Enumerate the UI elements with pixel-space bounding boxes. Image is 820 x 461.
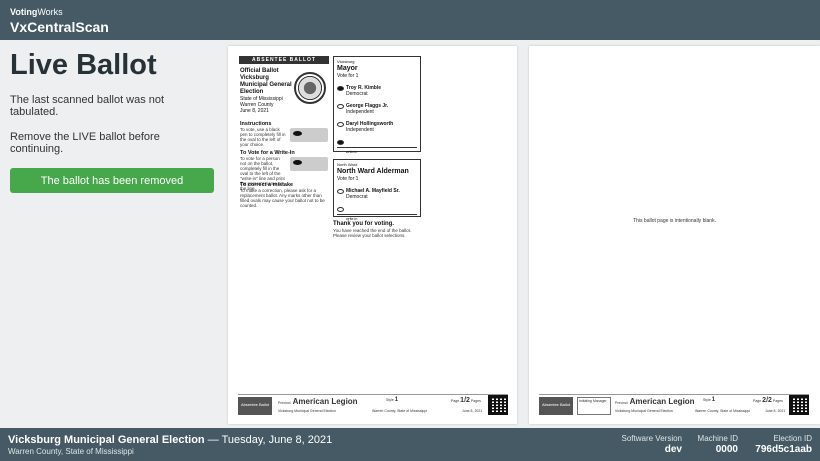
thank-you-block: Thank you for voting. You have reached t… — [333, 221, 421, 238]
footer-precinct: Precinct American Legion — [278, 397, 358, 406]
candidate-option: Michael A. Mayfield Sr. Democrat — [337, 188, 417, 200]
correction-text: To make a correction, please ask for a r… — [240, 188, 325, 208]
empty-oval-icon — [337, 122, 344, 127]
contest-north-ward-alderman: North Ward North Ward Alderman Vote for … — [333, 159, 421, 221]
ballot-image-front: ABSENTEE BALLOT Official Ballot Vicksbur… — [228, 46, 517, 424]
ballot-header-election: Municipal General Election — [240, 82, 292, 95]
machine-id-label: Machine ID — [697, 434, 738, 443]
candidate-party: Democrat — [346, 91, 368, 97]
absentee-badge: Absentee Ballot — [539, 397, 573, 415]
page-title: Live Ballot — [10, 49, 157, 81]
page-label: Page — [753, 399, 762, 403]
contest-vote-for: Vote for 1 — [337, 176, 359, 182]
blank-page-message: This ballot page is intentionally blank. — [633, 218, 716, 224]
election-name: Vicksburg Municipal General Election — [8, 434, 205, 446]
top-bar: VotingWorks VxCentralScan — [0, 0, 820, 40]
election-id-value: 796d5c1aab — [755, 444, 812, 455]
style-label: Style — [703, 398, 711, 402]
qr-code-icon — [488, 395, 508, 415]
initials-label: Initialing Manager — [579, 399, 607, 403]
ballot-image-back: This ballot page is intentionally blank.… — [529, 46, 820, 424]
candidate-party: Independent — [346, 109, 374, 115]
instructions-text: To vote, use a black pen to completely f… — [240, 127, 286, 147]
footer-date: June 8, 2021 — [765, 409, 786, 413]
candidate-option: Troy R. Kimble Democrat — [337, 85, 417, 97]
contest-vote-for: Vote for 1 — [337, 73, 359, 79]
candidate-party: Democrat — [346, 194, 368, 200]
ballot-footer: Absentee Ballot Initialing Manager Preci… — [539, 394, 809, 416]
style-value: 1 — [394, 397, 399, 403]
election-id: Election ID 796d5c1aab — [755, 434, 812, 456]
footer-county-state: Warren County, State of Mississippi — [695, 409, 751, 413]
footer-style: Style 1 — [703, 397, 715, 403]
qr-code-icon — [789, 395, 809, 415]
absentee-badge: Absentee Ballot — [238, 397, 272, 415]
status-panel: Live Ballot The last scanned ballot was … — [0, 40, 225, 428]
footer-county-state: Warren County, State of Mississippi — [372, 409, 428, 413]
contest-title: Mayor — [337, 65, 358, 72]
write-in-line: write-in — [337, 139, 417, 154]
filled-oval-icon — [337, 86, 344, 91]
instruction-message: Remove the LIVE ballot before continuing… — [10, 131, 160, 155]
candidate-party: Independent — [346, 127, 374, 133]
software-version: Software Version dev — [622, 434, 682, 456]
contest-title: North Ward Alderman — [337, 168, 409, 175]
thank-you-text: You have reached the end of the ballot. … — [333, 228, 412, 238]
footer-page: Page 2/2 Pages — [753, 397, 783, 404]
page-value: 1/2 — [460, 397, 470, 404]
write-in-label: write-in — [346, 150, 358, 154]
software-version-label: Software Version — [621, 434, 682, 443]
empty-oval-icon — [337, 207, 344, 212]
ballot-images: ABSENTEE BALLOT Official Ballot Vicksbur… — [225, 40, 820, 428]
brand-light: Works — [37, 7, 63, 17]
page-value: 2/2 — [762, 397, 772, 404]
footer-election: Vicksburg Municipal General Election — [615, 409, 673, 413]
pages-label: Pages — [772, 399, 783, 403]
footer-style: Style 1 — [386, 397, 398, 403]
machine-id: Machine ID 0000 — [698, 434, 738, 456]
precinct-label: Precinct — [615, 401, 628, 405]
precinct-name: American Legion — [629, 397, 695, 406]
thank-you-title: Thank you for voting. — [333, 221, 394, 227]
election-location: Warren County, State of Mississippi — [8, 447, 134, 456]
ballot-removed-button[interactable]: The ballot has been removed — [10, 168, 214, 193]
election-title: Vicksburg Municipal General Election — T… — [8, 434, 333, 446]
style-value: 1 — [711, 397, 716, 403]
machine-id-value: 0000 — [715, 444, 738, 455]
write-in-line: write-in — [337, 206, 417, 221]
style-label: Style — [386, 398, 394, 402]
footer-date: June 8, 2021 — [462, 409, 483, 413]
bottom-bar: Vicksburg Municipal General Election — T… — [0, 428, 820, 461]
ballot-footer: Absentee Ballot Precinct American Legion … — [238, 394, 508, 416]
filled-oval-icon — [337, 140, 344, 145]
initials-box: Initialing Manager — [577, 397, 611, 415]
candidate-option: George Flaggs Jr. Independent — [337, 103, 417, 115]
contest-mayor: Vicksburg Mayor Vote for 1 Troy R. Kimbl… — [333, 56, 421, 154]
software-version-value: dev — [664, 444, 682, 455]
fill-example-icon — [290, 128, 328, 142]
election-date: Tuesday, June 8, 2021 — [221, 434, 333, 446]
status-message: The last scanned ballot was not tabulate… — [10, 94, 165, 118]
correction-instructions-block: To correct a mistake To make a correctio… — [240, 182, 328, 208]
app-title: VxCentralScan — [10, 19, 109, 35]
state-seal-icon — [294, 72, 326, 104]
absentee-banner: ABSENTEE BALLOT — [239, 56, 329, 64]
page-label: Page — [451, 399, 460, 403]
pages-label: Pages — [470, 399, 481, 403]
footer-page: Page 1/2 Pages — [451, 397, 481, 404]
footer-precinct: Precinct American Legion — [615, 397, 695, 406]
empty-oval-icon — [337, 189, 344, 194]
footer-election: Vicksburg Municipal General Election — [278, 409, 336, 413]
empty-oval-icon — [337, 104, 344, 109]
writein-example-icon — [290, 157, 328, 171]
election-id-label: Election ID — [773, 434, 812, 443]
ballot-header-date: June 8, 2021 — [240, 108, 269, 114]
brand-logo: VotingWorks — [10, 7, 810, 18]
precinct-name: American Legion — [292, 397, 358, 406]
precinct-label: Precinct — [278, 401, 291, 405]
candidate-option: Daryl Hollingsworth Independent — [337, 121, 417, 133]
instructions-block: Instructions To vote, use a black pen to… — [240, 121, 328, 147]
brand-bold: Voting — [10, 7, 38, 17]
